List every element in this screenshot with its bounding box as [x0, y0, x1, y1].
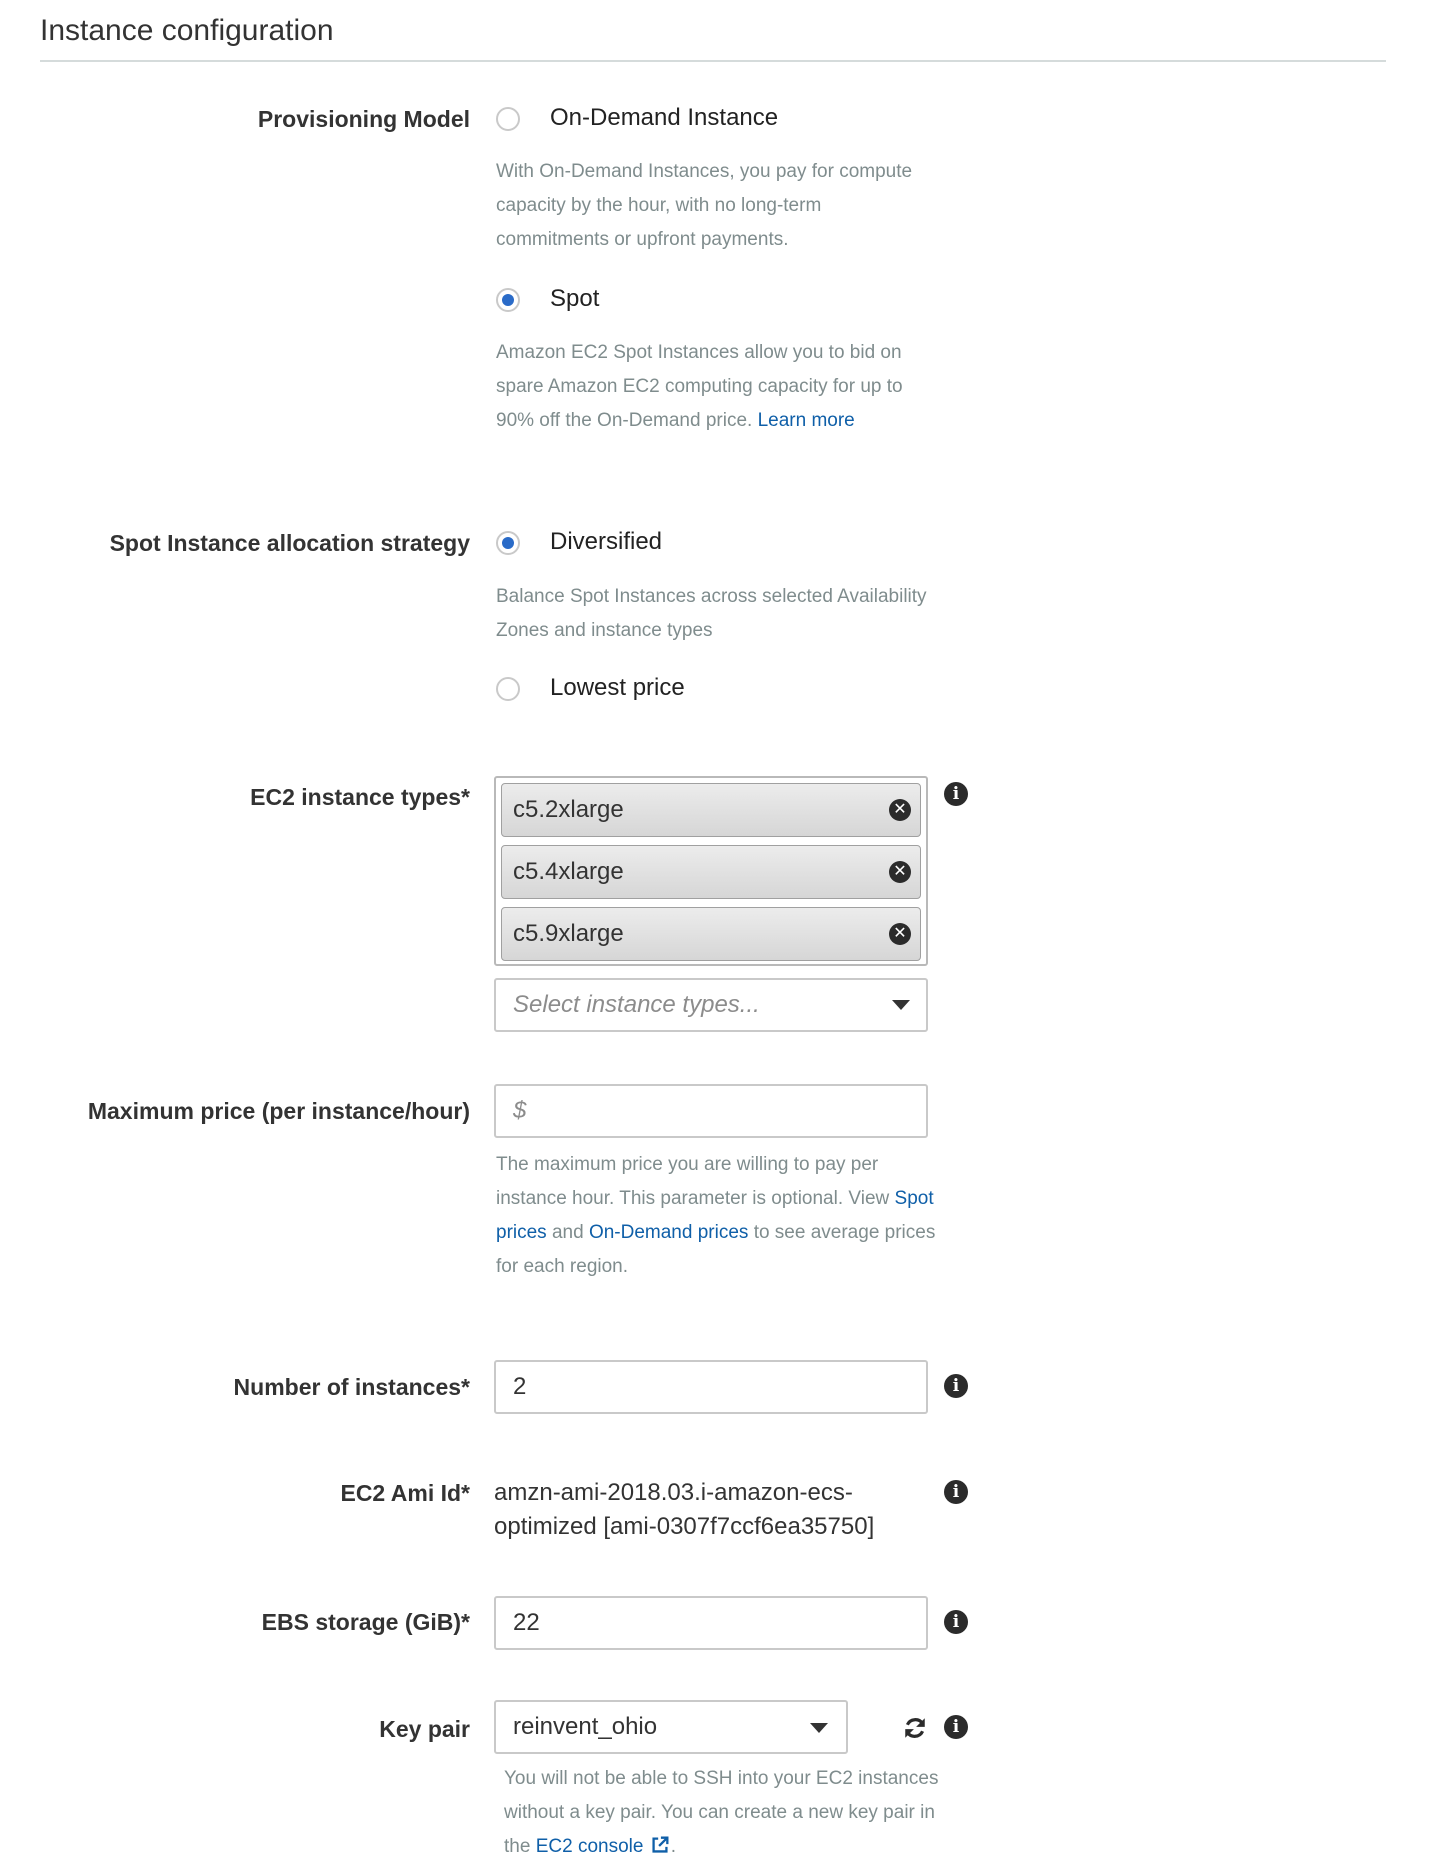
- info-icon[interactable]: i: [944, 1374, 968, 1398]
- key-pair-select[interactable]: reinvent_ohio: [494, 1700, 848, 1754]
- instance-type-tag: c5.9xlarge ✕: [501, 907, 921, 961]
- ami-value: amzn-ami-2018.03.i-amazon-ecs-optimized …: [494, 1479, 875, 1540]
- spot-radio[interactable]: [496, 288, 520, 312]
- key-pair-label: Key pair: [379, 1716, 470, 1742]
- key-pair-value: reinvent_ohio: [513, 1713, 658, 1740]
- max-price-label: Maximum price (per instance/hour): [87, 1098, 470, 1124]
- diversified-radio[interactable]: [496, 531, 520, 555]
- remove-tag-icon[interactable]: ✕: [889, 799, 911, 821]
- key-pair-help: You will not be able to SSH into your EC…: [504, 1762, 944, 1864]
- section-title: Instance configuration: [40, 14, 334, 47]
- ebs-storage-input[interactable]: 22: [494, 1596, 928, 1650]
- ec2-console-link[interactable]: EC2 console: [536, 1836, 644, 1857]
- on-demand-prices-link[interactable]: On-Demand prices: [589, 1222, 748, 1243]
- lowest-price-option-label[interactable]: Lowest price: [550, 674, 685, 702]
- key-pair-help-end: .: [670, 1836, 676, 1857]
- chevron-down-icon: [892, 1000, 910, 1010]
- remove-tag-icon[interactable]: ✕: [889, 861, 911, 883]
- allocation-strategy-label: Spot Instance allocation strategy: [109, 530, 470, 556]
- instance-types-select[interactable]: Select instance types...: [494, 978, 928, 1032]
- instance-type-tag-label: c5.2xlarge: [513, 796, 624, 823]
- spot-help: Amazon EC2 Spot Instances allow you to b…: [496, 336, 936, 438]
- instance-type-tag-label: c5.4xlarge: [513, 858, 624, 885]
- ami-label: EC2 Ami Id*: [340, 1480, 470, 1506]
- on-demand-option-label[interactable]: On-Demand Instance: [550, 104, 778, 132]
- info-icon[interactable]: i: [944, 1715, 968, 1739]
- diversified-option-label[interactable]: Diversified: [550, 528, 662, 556]
- spot-option-label[interactable]: Spot: [550, 285, 599, 313]
- remove-tag-icon[interactable]: ✕: [889, 923, 911, 945]
- instance-type-tag: c5.4xlarge ✕: [501, 845, 921, 899]
- info-icon[interactable]: i: [944, 1480, 968, 1504]
- max-price-help-and: and: [551, 1222, 584, 1243]
- lowest-price-radio[interactable]: [496, 677, 520, 701]
- max-price-input[interactable]: $: [494, 1084, 928, 1138]
- section-divider: [40, 60, 1386, 62]
- instance-type-tag-label: c5.9xlarge: [513, 920, 624, 947]
- max-price-placeholder: $: [513, 1097, 527, 1124]
- learn-more-link[interactable]: Learn more: [758, 410, 855, 431]
- max-price-help-text: The maximum price you are willing to pay…: [496, 1154, 890, 1209]
- diversified-help: Balance Spot Instances across selected A…: [496, 586, 927, 641]
- max-price-help: The maximum price you are willing to pay…: [496, 1148, 936, 1284]
- on-demand-help: With On-Demand Instances, you pay for co…: [496, 161, 913, 250]
- provisioning-model-label: Provisioning Model: [257, 106, 470, 132]
- num-instances-input[interactable]: 2: [494, 1360, 928, 1414]
- ebs-storage-label: EBS storage (GiB)*: [261, 1609, 470, 1635]
- instance-types-placeholder: Select instance types...: [513, 991, 760, 1018]
- on-demand-radio[interactable]: [496, 107, 520, 131]
- info-icon[interactable]: i: [944, 782, 968, 806]
- instance-types-label: EC2 instance types*: [250, 784, 470, 810]
- chevron-down-icon: [810, 1723, 828, 1733]
- num-instances-label: Number of instances*: [233, 1374, 470, 1400]
- external-link-icon[interactable]: [649, 1834, 671, 1856]
- instance-types-tag-box[interactable]: c5.2xlarge ✕ c5.4xlarge ✕ c5.9xlarge ✕: [494, 776, 928, 966]
- refresh-icon[interactable]: [902, 1715, 928, 1741]
- info-icon[interactable]: i: [944, 1610, 968, 1634]
- instance-type-tag: c5.2xlarge ✕: [501, 783, 921, 837]
